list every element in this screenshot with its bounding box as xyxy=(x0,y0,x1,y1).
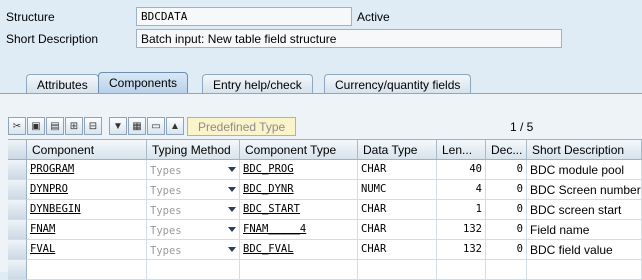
col-length[interactable]: Len... xyxy=(437,140,486,160)
component-cell[interactable] xyxy=(27,260,147,280)
typing-method-value: Types xyxy=(150,185,182,197)
table-row: DYNBEGIN Types BDC_START CHAR 1 0 BDC sc… xyxy=(8,200,642,220)
row-selector[interactable] xyxy=(8,200,27,220)
component-cell[interactable]: DYNBEGIN xyxy=(27,200,147,220)
row-selector[interactable] xyxy=(8,220,27,240)
col-typing-method[interactable]: Typing Method xyxy=(147,140,240,160)
row-selector[interactable] xyxy=(8,240,27,260)
paste-icon[interactable]: ▤ xyxy=(46,117,64,135)
insert-row-icon[interactable]: ⊞ xyxy=(65,117,83,135)
typing-method-dropdown[interactable]: Types xyxy=(147,220,240,240)
components-table: Component Typing Method Component Type D… xyxy=(8,139,642,280)
tab-entry-help-check[interactable]: Entry help/check xyxy=(202,74,313,94)
component-cell[interactable]: DYNPRO xyxy=(27,180,147,200)
dropdown-arrow-icon[interactable] xyxy=(228,207,236,212)
delete-row-icon[interactable]: ⊟ xyxy=(84,117,102,135)
dropdown-arrow-icon[interactable] xyxy=(228,227,236,232)
decimals-cell xyxy=(486,260,527,280)
table-row: FNAM Types FNAM_____4 CHAR 132 0 Field n… xyxy=(8,220,642,240)
typing-method-dropdown[interactable]: Types xyxy=(147,200,240,220)
select-all-icon[interactable]: ▦ xyxy=(128,117,146,135)
length-cell: 4 xyxy=(437,180,486,200)
short-description-cell: BDC module pool xyxy=(527,160,642,180)
decimals-cell: 0 xyxy=(486,200,527,220)
length-cell xyxy=(437,260,486,280)
length-cell: 1 xyxy=(437,200,486,220)
length-cell: 132 xyxy=(437,220,486,240)
deselect-icon[interactable]: ▭ xyxy=(147,117,165,135)
typing-method-dropdown[interactable]: Types xyxy=(147,180,240,200)
typing-method-value: Types xyxy=(150,245,182,257)
data-type-cell: NUMC xyxy=(358,180,437,200)
collapse-icon[interactable]: ▲ xyxy=(166,117,184,135)
short-description-cell: BDC field value xyxy=(527,240,642,260)
component-type-cell[interactable]: BDC_DYNR xyxy=(240,180,358,200)
typing-method-value: Types xyxy=(150,225,182,237)
page-indicator: 1 / 5 xyxy=(510,120,534,134)
structure-field[interactable]: BDCDATA xyxy=(136,7,352,26)
short-description-cell: Field name xyxy=(527,220,642,240)
component-type-cell[interactable]: BDC_START xyxy=(240,200,358,220)
component-type-cell[interactable]: FNAM_____4 xyxy=(240,220,358,240)
select-all-cell[interactable] xyxy=(8,140,27,160)
decimals-cell: 0 xyxy=(486,240,527,260)
short-description-label: Short Description xyxy=(6,32,99,46)
component-cell[interactable]: FVAL xyxy=(27,240,147,260)
table-toolbar: ✂ ▣ ▤ ⊞ ⊟ ▼ ▦ ▭ ▲ Predefined Type xyxy=(8,116,297,136)
col-decimals[interactable]: Dec... xyxy=(486,140,527,160)
component-type-cell[interactable]: BDC_FVAL xyxy=(240,240,358,260)
short-description-field[interactable]: Batch input: New table field structure xyxy=(136,29,562,48)
short-description-cell: BDC screen start xyxy=(527,200,642,220)
tab-strip: Attributes Components Entry help/check C… xyxy=(0,72,642,94)
table-row-empty xyxy=(8,260,642,280)
dropdown-arrow-icon[interactable] xyxy=(228,247,236,252)
row-selector[interactable] xyxy=(8,260,27,280)
short-description-cell: BDC Screen number xyxy=(527,180,642,200)
col-short-description[interactable]: Short Description xyxy=(527,140,642,160)
component-cell[interactable]: FNAM xyxy=(27,220,147,240)
typing-method-value: Types xyxy=(150,165,182,177)
table-row: PROGRAM Types BDC_PROG CHAR 40 0 BDC mod… xyxy=(8,160,642,180)
row-selector[interactable] xyxy=(8,180,27,200)
data-type-cell xyxy=(358,260,437,280)
data-type-cell: CHAR xyxy=(358,220,437,240)
decimals-cell: 0 xyxy=(486,160,527,180)
length-cell: 132 xyxy=(437,240,486,260)
col-component[interactable]: Component xyxy=(27,140,147,160)
expand-icon[interactable]: ▼ xyxy=(109,117,127,135)
typing-method-value: Types xyxy=(150,205,182,217)
structure-label: Structure xyxy=(6,10,55,24)
tab-components[interactable]: Components xyxy=(98,72,189,94)
data-type-cell: CHAR xyxy=(358,200,437,220)
table-header-row: Component Typing Method Component Type D… xyxy=(8,140,642,160)
copy-icon[interactable]: ▣ xyxy=(27,117,45,135)
data-type-cell: CHAR xyxy=(358,160,437,180)
typing-method-dropdown[interactable]: Types xyxy=(147,240,240,260)
predefined-type-button[interactable]: Predefined Type xyxy=(187,116,297,136)
cut-icon[interactable]: ✂ xyxy=(8,117,26,135)
component-cell[interactable]: PROGRAM xyxy=(27,160,147,180)
table-body: PROGRAM Types BDC_PROG CHAR 40 0 BDC mod… xyxy=(8,160,642,280)
decimals-cell: 0 xyxy=(486,220,527,240)
data-type-cell: CHAR xyxy=(358,240,437,260)
table-row: DYNPRO Types BDC_DYNR NUMC 4 0 BDC Scree… xyxy=(8,180,642,200)
component-type-cell[interactable]: BDC_PROG xyxy=(240,160,358,180)
dropdown-arrow-icon[interactable] xyxy=(228,167,236,172)
decimals-cell: 0 xyxy=(486,180,527,200)
table-row: FVAL Types BDC_FVAL CHAR 132 0 BDC field… xyxy=(8,240,642,260)
status-text: Active xyxy=(357,10,390,24)
tab-attributes[interactable]: Attributes xyxy=(26,74,99,94)
length-cell: 40 xyxy=(437,160,486,180)
tab-currency-quantity-fields[interactable]: Currency/quantity fields xyxy=(324,74,472,94)
dropdown-arrow-icon[interactable] xyxy=(228,187,236,192)
short-description-cell xyxy=(527,260,642,280)
typing-method-dropdown[interactable]: Types xyxy=(147,160,240,180)
col-data-type[interactable]: Data Type xyxy=(358,140,437,160)
typing-method-dropdown[interactable] xyxy=(147,260,240,280)
col-component-type[interactable]: Component Type xyxy=(240,140,358,160)
component-type-cell[interactable] xyxy=(240,260,358,280)
row-selector[interactable] xyxy=(8,160,27,180)
